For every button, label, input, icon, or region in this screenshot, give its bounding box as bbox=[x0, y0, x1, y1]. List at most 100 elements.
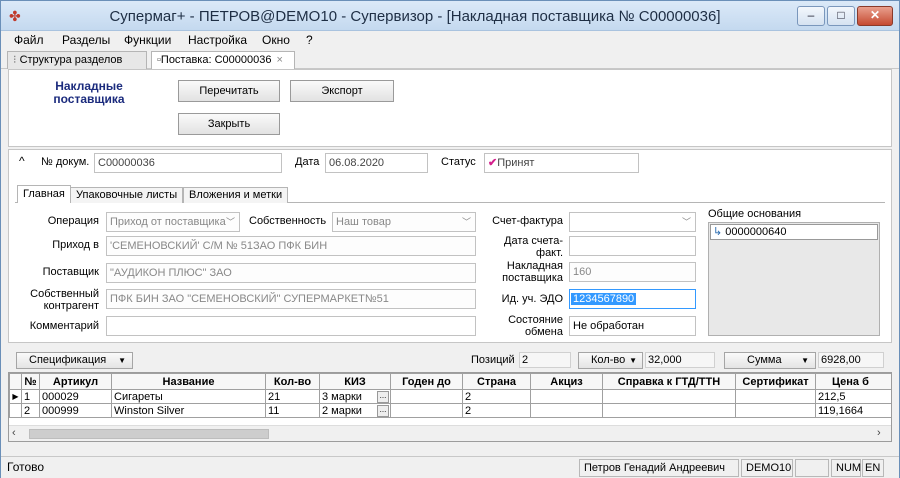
cell-name[interactable]: Сигареты bbox=[111, 389, 266, 404]
chevron-down-icon: ﹀ bbox=[225, 217, 235, 227]
panel-title: Накладные поставщика bbox=[53, 79, 125, 106]
sum-dropdown-button[interactable]: Сумма ▼ bbox=[724, 352, 816, 369]
status-database: DEMO10 bbox=[741, 459, 793, 477]
collapse-icon[interactable]: ^ bbox=[19, 154, 25, 168]
specification-bar: Спецификация ▼ Позиций 2 Кол-во ▼ 32,000 С… bbox=[8, 349, 892, 371]
tab-sections-structure[interactable]: ⁝ Структура разделов bbox=[7, 51, 147, 69]
app-icon: ✤ bbox=[9, 8, 21, 24]
doc-number-field[interactable]: C00000036 bbox=[94, 153, 282, 173]
ownership-dropdown[interactable]: Наш товар ﹀ bbox=[332, 212, 476, 232]
cell-article[interactable]: 000999 bbox=[39, 403, 112, 418]
cell-kiz[interactable]: 2 марки... bbox=[319, 403, 391, 418]
cell-qty[interactable]: 21 bbox=[265, 389, 320, 404]
cell-kiz[interactable]: 3 марки... bbox=[319, 389, 391, 404]
kiz-ellipsis-button[interactable]: ... bbox=[377, 390, 389, 403]
menu-file[interactable]: Файл bbox=[9, 32, 49, 48]
date-field[interactable]: 06.08.2020 bbox=[325, 153, 428, 173]
table-header-row: № Артикул Название Кол-во КИЗ Годен до С… bbox=[9, 373, 891, 390]
cell-country[interactable]: 2 bbox=[462, 403, 531, 418]
export-button[interactable]: Экспорт bbox=[290, 80, 394, 102]
close-button[interactable]: Закрыть bbox=[178, 113, 280, 135]
maximize-button[interactable]: □ bbox=[827, 6, 855, 26]
menu-help[interactable]: ? bbox=[301, 32, 318, 48]
supplier-invoice-field[interactable]: 160 bbox=[569, 262, 696, 282]
positions-label: Позиций bbox=[471, 354, 515, 366]
scrollbar-thumb[interactable] bbox=[29, 429, 269, 439]
invoice-dropdown[interactable]: ﹀ bbox=[569, 212, 696, 232]
cell-excise[interactable] bbox=[530, 403, 603, 418]
edo-id-field[interactable]: 1234567890 bbox=[569, 289, 696, 309]
cell-qty[interactable]: 11 bbox=[265, 403, 320, 418]
cell-name[interactable]: Winston Silver bbox=[111, 403, 266, 418]
minimize-button[interactable]: – bbox=[797, 6, 825, 26]
status-ready-text: Готово bbox=[7, 460, 45, 474]
col-article[interactable]: Артикул bbox=[39, 373, 112, 390]
window-title: Супермаг+ - ПЕТРОВ@DEMO10 - Супервизор -… bbox=[109, 8, 721, 25]
tab-main[interactable]: Главная bbox=[17, 185, 71, 203]
exchange-state-field[interactable]: Не обработан bbox=[569, 316, 696, 336]
dropdown-arrow-icon: ▼ bbox=[118, 356, 126, 365]
col-country[interactable]: Страна bbox=[462, 373, 531, 390]
cell-gtd[interactable] bbox=[602, 403, 736, 418]
list-item[interactable]: ↳ 0000000640 bbox=[710, 224, 878, 240]
scroll-right-icon[interactable]: › bbox=[877, 427, 881, 439]
cell-country[interactable]: 2 bbox=[462, 389, 531, 404]
row-marker-icon bbox=[9, 403, 22, 418]
col-expiry[interactable]: Годен до bbox=[390, 373, 463, 390]
menu-settings[interactable]: Настройка bbox=[183, 32, 252, 48]
specification-dropdown-button[interactable]: Спецификация ▼ bbox=[16, 352, 133, 369]
col-gtd[interactable]: Справка к ГТД/ТТН bbox=[602, 373, 736, 390]
cell-price[interactable]: 119,1664 bbox=[815, 403, 891, 418]
quantity-dropdown-button[interactable]: Кол-во ▼ bbox=[578, 352, 643, 369]
tree-node-icon: ↳ bbox=[713, 226, 723, 238]
common-grounds-list[interactable]: ↳ 0000000640 bbox=[708, 222, 880, 336]
supplier-label: Поставщик bbox=[42, 266, 99, 278]
cell-number[interactable]: 2 bbox=[21, 403, 40, 418]
col-kiz[interactable]: КИЗ bbox=[319, 373, 391, 390]
cell-certificate[interactable] bbox=[735, 389, 816, 404]
cell-expiry[interactable] bbox=[390, 389, 463, 404]
horizontal-scrollbar[interactable]: ‹ › bbox=[9, 425, 891, 441]
table-row[interactable]: ▶ 1 000029 Сигареты 21 3 марки... 2 212,… bbox=[9, 389, 891, 404]
operation-dropdown[interactable]: Приход от поставщика ﹀ bbox=[106, 212, 240, 232]
scroll-left-icon[interactable]: ‹ bbox=[12, 427, 16, 439]
kiz-ellipsis-button[interactable]: ... bbox=[377, 404, 389, 417]
status-field[interactable]: ✔Принят bbox=[484, 153, 639, 173]
cell-expiry[interactable] bbox=[390, 403, 463, 418]
col-name[interactable]: Название bbox=[111, 373, 266, 390]
comment-field[interactable] bbox=[106, 316, 476, 336]
refresh-button[interactable]: Перечитать bbox=[178, 80, 280, 102]
menu-bar: Файл Разделы Функции Настройка Окно ? bbox=[1, 31, 899, 49]
supplier-field[interactable]: "АУДИКОН ПЛЮС" ЗАО bbox=[106, 263, 476, 283]
menu-functions[interactable]: Функции bbox=[119, 32, 176, 48]
own-counterparty-field[interactable]: ПФК БИН ЗАО "СЕМЕНОВСКИЙ" СУПЕРМАРКЕТ№51 bbox=[106, 289, 476, 309]
title-bar[interactable]: ✤ Супермаг+ - ПЕТРОВ@DEMO10 - Супервизор… bbox=[1, 1, 899, 31]
menu-sections[interactable]: Разделы bbox=[57, 32, 115, 48]
ownership-label: Собственность bbox=[249, 215, 327, 227]
exchange-state-label: Состояние обмена bbox=[508, 314, 563, 338]
cell-gtd[interactable] bbox=[602, 389, 736, 404]
tab-packing-lists[interactable]: Упаковочные листы bbox=[70, 187, 184, 203]
close-window-button[interactable]: ✕ bbox=[857, 6, 893, 26]
dropdown-arrow-icon: ▼ bbox=[629, 356, 637, 365]
table-row[interactable]: 2 000999 Winston Silver 11 2 марки... 2 … bbox=[9, 403, 891, 418]
col-number[interactable]: № bbox=[21, 373, 40, 390]
arrival-field[interactable]: 'СЕМЕНОВСКИЙ' С/М № 51ЗАО ПФК БИН bbox=[106, 236, 476, 256]
status-num-lock: NUM bbox=[831, 459, 861, 477]
invoice-date-field[interactable] bbox=[569, 236, 696, 256]
cell-article[interactable]: 000029 bbox=[39, 389, 112, 404]
cell-number[interactable]: 1 bbox=[21, 389, 40, 404]
col-qty[interactable]: Кол-во bbox=[265, 373, 320, 390]
col-price[interactable]: Цена б bbox=[815, 373, 891, 390]
cell-price[interactable]: 212,5 bbox=[815, 389, 891, 404]
tab-attachments[interactable]: Вложения и метки bbox=[183, 187, 289, 203]
tab-delivery[interactable]: ▫Поставка: C00000036 × bbox=[151, 51, 295, 69]
cell-excise[interactable] bbox=[530, 389, 603, 404]
check-icon: ✔ bbox=[488, 157, 498, 169]
chevron-down-icon: ﹀ bbox=[461, 217, 471, 227]
cell-certificate[interactable] bbox=[735, 403, 816, 418]
close-tab-icon[interactable]: × bbox=[277, 54, 283, 66]
col-certificate[interactable]: Сертификат bbox=[735, 373, 816, 390]
menu-window[interactable]: Окно bbox=[257, 32, 295, 48]
col-excise[interactable]: Акциз bbox=[530, 373, 603, 390]
